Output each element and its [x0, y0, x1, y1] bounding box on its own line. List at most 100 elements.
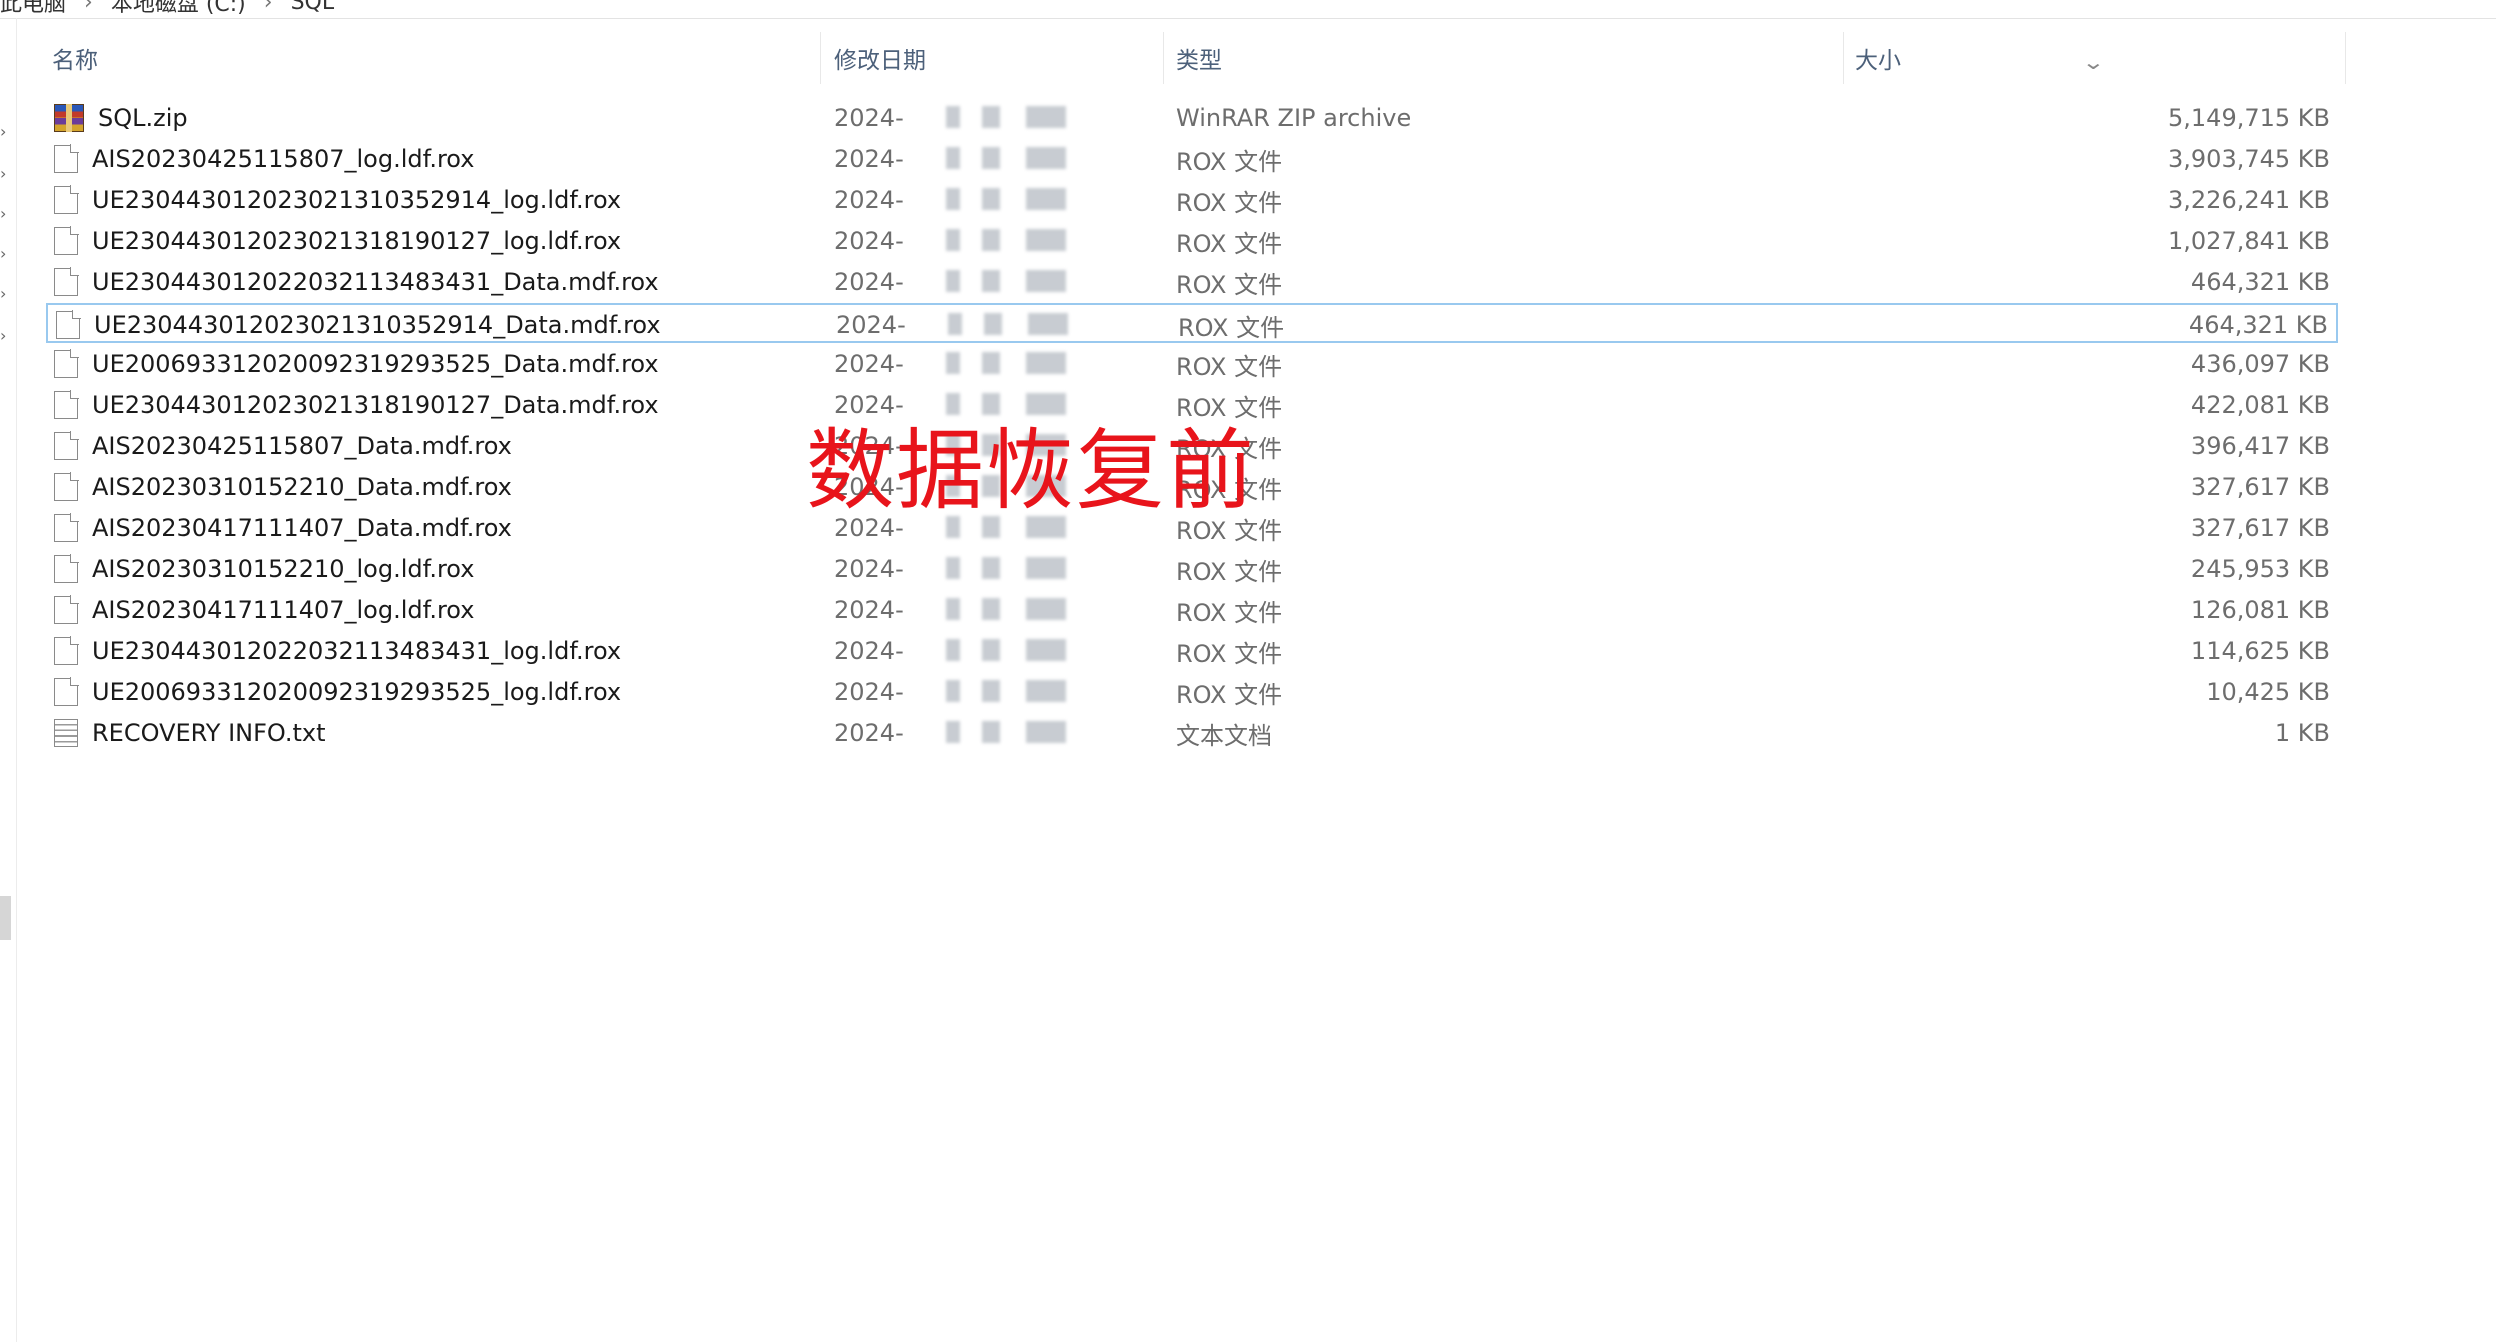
file-icon — [54, 349, 79, 378]
breadcrumb-item-local-disk[interactable]: 本地磁盘 (C:) — [111, 0, 246, 18]
file-name-cell[interactable]: UE200693312020092319293525_log.ldf.rox — [54, 672, 621, 712]
column-resize-handle[interactable] — [2345, 32, 2346, 84]
expand-arrow-icon[interactable]: › — [0, 284, 10, 303]
file-row[interactable]: UE230443012022032113483431_log.ldf.rox 20… — [46, 631, 2338, 671]
column-header-type[interactable]: 类型 — [1176, 28, 1222, 88]
file-name: UE230443012023021310352914_Data.mdf.rox — [94, 311, 661, 339]
expand-arrow-icon[interactable]: › — [0, 164, 10, 183]
file-name-cell[interactable]: AIS20230310152210_log.ldf.rox — [54, 549, 474, 589]
file-size: 464,321 KB — [2190, 268, 2330, 296]
file-type: ROX 文件 — [1176, 680, 1283, 709]
file-icon — [56, 310, 81, 339]
file-name-cell[interactable]: UE230443012022032113483431_Data.mdf.rox — [54, 262, 659, 302]
column-header-date[interactable]: 修改日期 — [834, 28, 926, 88]
redacted-date-blur — [946, 180, 1086, 220]
file-type: ROX 文件 — [1176, 270, 1283, 299]
file-type: ROX 文件 — [1176, 639, 1283, 668]
file-name-cell[interactable]: AIS20230310152210_Data.mdf.rox — [54, 467, 512, 507]
modified-date: 2024- — [834, 145, 904, 173]
file-type: 文本文档 — [1176, 721, 1272, 750]
file-row[interactable]: UE230443012022032113483431_Data.mdf.rox 2… — [46, 262, 2338, 302]
expand-arrow-icon[interactable]: › — [0, 326, 10, 345]
redacted-date-blur — [946, 549, 1086, 589]
breadcrumb: 此电脑 › 本地磁盘 (C:) › SQL — [0, 0, 334, 18]
file-row[interactable]: UE230443012023021310352914_log.ldf.rox 20… — [46, 180, 2338, 220]
file-icon — [54, 185, 79, 214]
file-name: UE230443012023021318190127_Data.mdf.rox — [92, 391, 659, 419]
file-row[interactable]: UE230443012023021310352914_Data.mdf.rox 2… — [46, 303, 2338, 343]
file-size: 114,625 KB — [2190, 637, 2330, 665]
column-header-row: 名称 修改日期 类型 大小 ⌄ — [0, 28, 2496, 88]
redacted-date-blur — [946, 221, 1086, 261]
file-size: 3,903,745 KB — [2168, 145, 2330, 173]
file-icon — [54, 226, 79, 255]
navigation-scrollbar-thumb[interactable] — [0, 896, 11, 940]
file-size: 1 KB — [2274, 719, 2330, 747]
file-row[interactable]: UE230443012023021318190127_log.ldf.rox 20… — [46, 221, 2338, 261]
column-header-name[interactable]: 名称 — [52, 28, 98, 88]
file-size: 327,617 KB — [2190, 514, 2330, 542]
modified-date: 2024- — [834, 268, 904, 296]
column-resize-handle[interactable] — [820, 32, 821, 84]
file-name-cell[interactable]: RECOVERY INFO.txt — [54, 713, 325, 753]
file-name-cell[interactable]: AIS20230417111407_Data.mdf.rox — [54, 508, 512, 548]
breadcrumb-item-this-pc[interactable]: 此电脑 — [0, 0, 66, 18]
redacted-date-blur — [946, 672, 1086, 712]
file-size: 396,417 KB — [2190, 432, 2330, 460]
file-row[interactable]: AIS20230310152210_log.ldf.rox 2024- ROX 文件… — [46, 549, 2338, 589]
modified-date: 2024- — [834, 350, 904, 378]
file-name-cell[interactable]: UE230443012022032113483431_log.ldf.rox — [54, 631, 621, 671]
file-name-cell[interactable]: UE230443012023021318190127_log.ldf.rox — [54, 221, 621, 261]
file-name: AIS20230417111407_Data.mdf.rox — [92, 514, 512, 542]
modified-date: 2024- — [836, 311, 906, 339]
sort-descending-icon: ⌄ — [2081, 50, 2106, 74]
file-name: UE230443012023021310352914_log.ldf.rox — [92, 186, 622, 214]
file-icon — [54, 677, 79, 706]
file-size: 126,081 KB — [2190, 596, 2330, 624]
file-name-cell[interactable]: AIS20230425115807_log.ldf.rox — [54, 139, 474, 179]
file-name: UE230443012022032113483431_log.ldf.rox — [92, 637, 622, 665]
file-type: WinRAR ZIP archive — [1176, 104, 1412, 132]
file-size: 1,027,841 KB — [2168, 227, 2330, 255]
file-name-cell[interactable]: SQL.zip — [54, 98, 188, 138]
chevron-right-icon: › — [84, 0, 93, 15]
file-icon — [54, 144, 79, 173]
file-name-cell[interactable]: UE200693312020092319293525_Data.mdf.rox — [54, 344, 659, 384]
file-type: ROX 文件 — [1176, 352, 1283, 381]
redacted-date-blur — [946, 631, 1086, 671]
expand-arrow-icon[interactable]: › — [0, 122, 10, 141]
file-size: 327,617 KB — [2190, 473, 2330, 501]
file-name-cell[interactable]: UE230443012023021310352914_Data.mdf.rox — [56, 305, 661, 345]
expand-arrow-icon[interactable]: › — [0, 244, 10, 263]
file-type: ROX 文件 — [1176, 188, 1283, 217]
file-row[interactable]: UE200693312020092319293525_log.ldf.rox 20… — [46, 672, 2338, 712]
column-resize-handle[interactable] — [1843, 32, 1844, 84]
column-header-size[interactable]: 大小 — [1855, 28, 1901, 88]
file-name-cell[interactable]: UE230443012023021310352914_log.ldf.rox — [54, 180, 621, 220]
file-size: 245,953 KB — [2190, 555, 2330, 583]
modified-date: 2024- — [834, 104, 904, 132]
file-name: UE200693312020092319293525_log.ldf.rox — [92, 678, 622, 706]
file-row[interactable]: SQL.zip 2024- WinRAR ZIP archive 5,149,715 … — [46, 98, 2338, 138]
file-name: AIS20230425115807_Data.mdf.rox — [92, 432, 512, 460]
file-row[interactable]: RECOVERY INFO.txt 2024- 文本文档 1 KB — [46, 713, 2338, 753]
modified-date: 2024- — [834, 637, 904, 665]
breadcrumb-item-sql[interactable]: SQL — [291, 0, 335, 15]
file-name-cell[interactable]: AIS20230425115807_Data.mdf.rox — [54, 426, 512, 466]
file-row[interactable]: UE200693312020092319293525_Data.mdf.rox 2… — [46, 344, 2338, 384]
file-name-cell[interactable]: AIS20230417111407_log.ldf.rox — [54, 590, 474, 630]
file-row[interactable]: AIS20230425115807_log.ldf.rox 2024- ROX 文件… — [46, 139, 2338, 179]
file-icon — [54, 390, 79, 419]
expand-arrow-icon[interactable]: › — [0, 204, 10, 223]
file-row[interactable]: AIS20230417111407_log.ldf.rox 2024- ROX 文件… — [46, 590, 2338, 630]
modified-date: 2024- — [834, 596, 904, 624]
file-name-cell[interactable]: UE230443012023021318190127_Data.mdf.rox — [54, 385, 659, 425]
file-size: 464,321 KB — [2188, 311, 2328, 339]
file-type: ROX 文件 — [1176, 598, 1283, 627]
redacted-date-blur — [946, 344, 1086, 384]
file-name: UE200693312020092319293525_Data.mdf.rox — [92, 350, 659, 378]
file-icon — [54, 636, 79, 665]
file-size: 3,226,241 KB — [2168, 186, 2330, 214]
file-name: AIS20230310152210_Data.mdf.rox — [92, 473, 512, 501]
column-resize-handle[interactable] — [1163, 32, 1164, 84]
